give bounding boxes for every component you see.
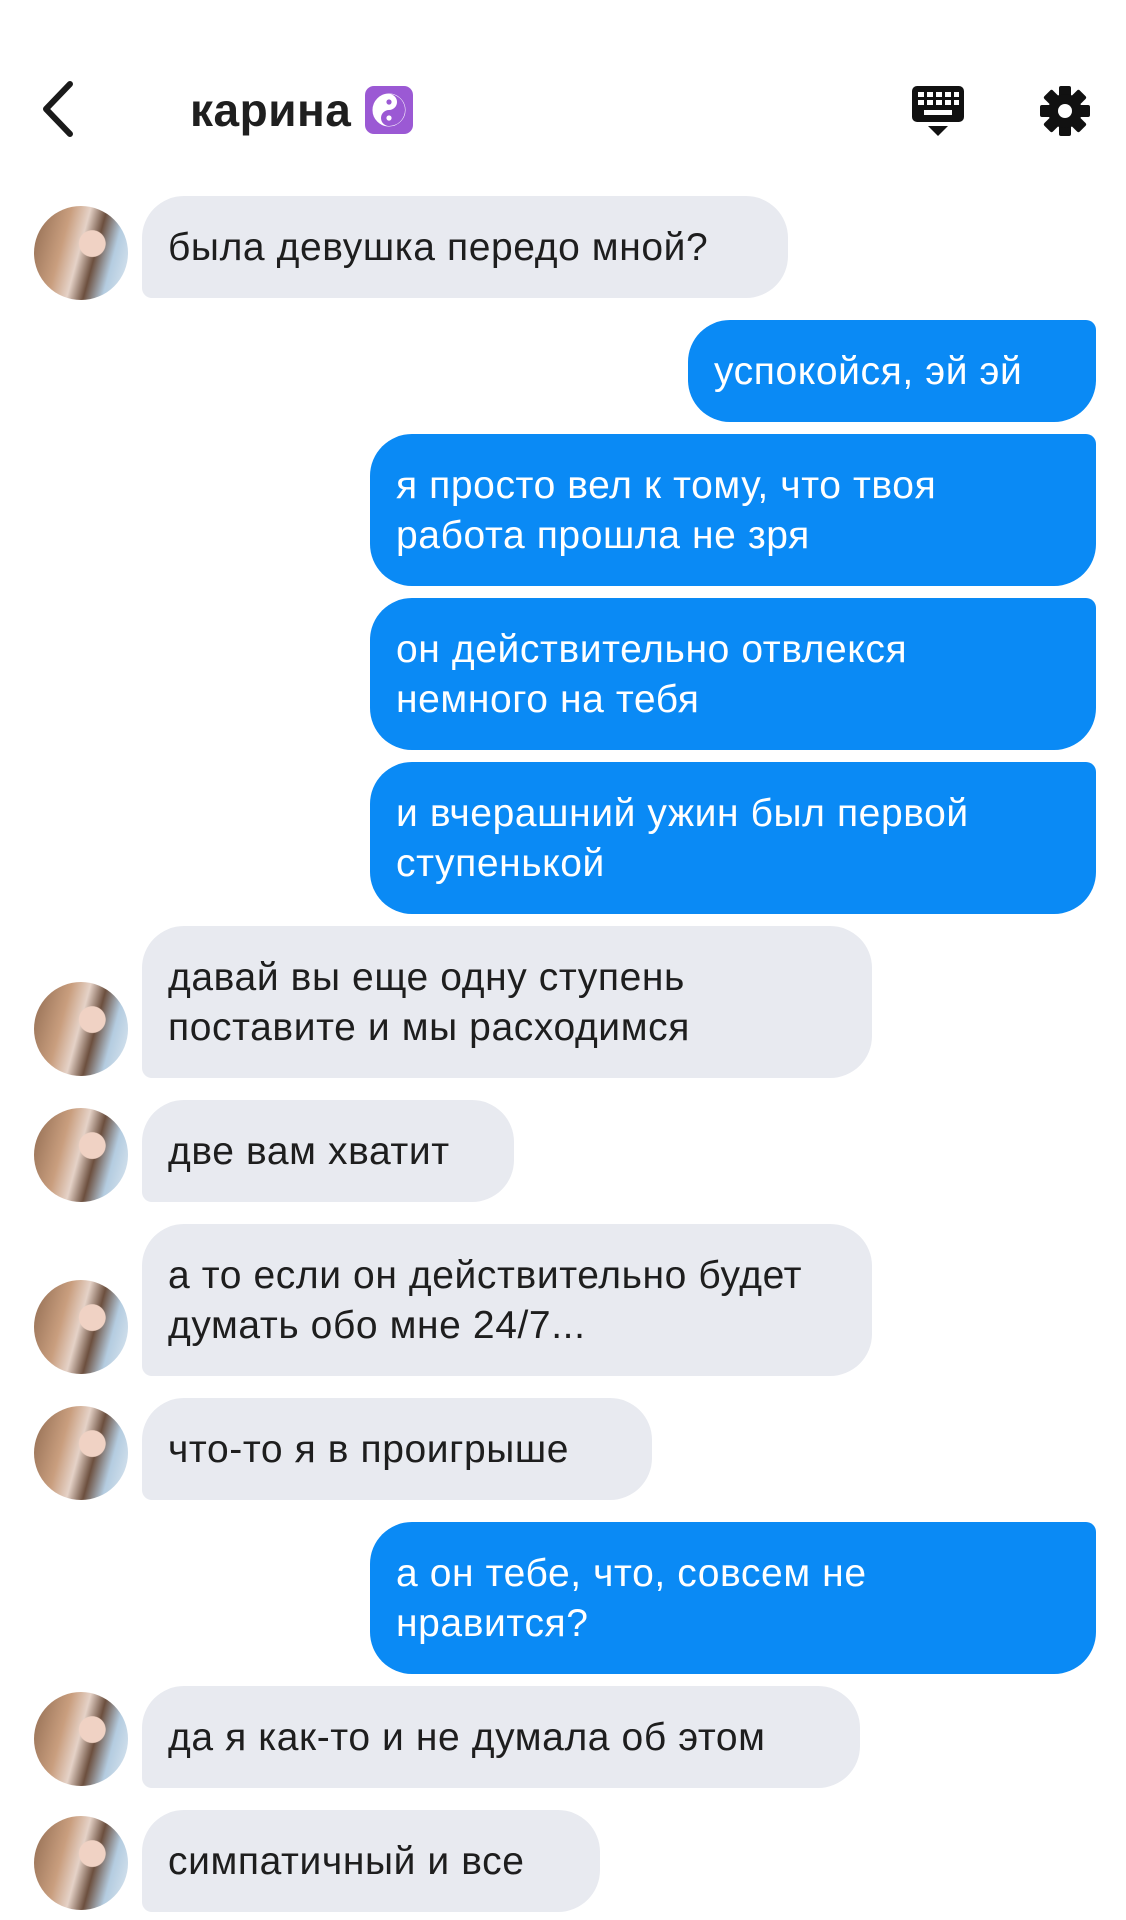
chevron-left-icon (43, 81, 73, 137)
message-text: и вчерашний ужин был первой ступенькой (396, 792, 969, 885)
message-incoming[interactable]: была девушка передо мной? (142, 196, 788, 298)
message-text: да я как-то и не думала об этом (168, 1716, 766, 1759)
chat-header: карина (0, 0, 1126, 200)
message-text: а то если он действительно будет думать … (168, 1254, 803, 1347)
message-text: две вам хватит (168, 1130, 450, 1173)
settings-button[interactable] (1038, 84, 1092, 138)
message-text: была девушка передо мной? (168, 226, 709, 269)
gear-icon (1040, 86, 1090, 136)
message-incoming[interactable]: две вам хватит (142, 1100, 514, 1202)
message-text: симпатичный и все (168, 1840, 525, 1883)
contact-avatar[interactable] (34, 1108, 128, 1202)
message-text: успокойся, эй эй (714, 350, 1023, 393)
back-button[interactable] (38, 78, 78, 140)
contact-avatar[interactable] (34, 1406, 128, 1500)
message-outgoing[interactable]: успокойся, эй эй (688, 320, 1096, 422)
message-outgoing[interactable]: он действительно отвлекся немного на теб… (370, 598, 1096, 750)
message-incoming[interactable]: а то если он действительно будет думать … (142, 1224, 872, 1376)
message-text: я просто вел к тому, что твоя работа про… (396, 464, 937, 557)
contact-avatar[interactable] (34, 1280, 128, 1374)
message-text: а он тебе, что, совсем не нравится? (396, 1552, 867, 1645)
contact-avatar[interactable] (34, 1692, 128, 1786)
contact-avatar[interactable] (34, 982, 128, 1076)
message-text: давай вы еще одну ступень поставите и мы… (168, 956, 690, 1049)
yin-yang-icon (365, 86, 414, 134)
message-text: что-то я в проигрыше (168, 1428, 570, 1471)
keyboard-icon (912, 86, 964, 136)
message-incoming[interactable]: давай вы еще одну ступень поставите и мы… (142, 926, 872, 1078)
keyboard-button[interactable] (910, 84, 966, 138)
contact-avatar[interactable] (34, 206, 128, 300)
message-incoming[interactable]: симпатичный и все (142, 1810, 600, 1912)
message-text: он действительно отвлекся немного на теб… (396, 628, 908, 721)
message-outgoing[interactable]: а он тебе, что, совсем не нравится? (370, 1522, 1096, 1674)
contact-name: карина (190, 84, 352, 136)
message-incoming[interactable]: что-то я в проигрыше (142, 1398, 652, 1500)
message-outgoing[interactable]: и вчерашний ужин был первой ступенькой (370, 762, 1096, 914)
message-incoming[interactable]: да я как-то и не думала об этом (142, 1686, 860, 1788)
chat-title-group[interactable]: карина (190, 78, 414, 142)
contact-avatar[interactable] (34, 1816, 128, 1910)
message-outgoing[interactable]: я просто вел к тому, что твоя работа про… (370, 434, 1096, 586)
